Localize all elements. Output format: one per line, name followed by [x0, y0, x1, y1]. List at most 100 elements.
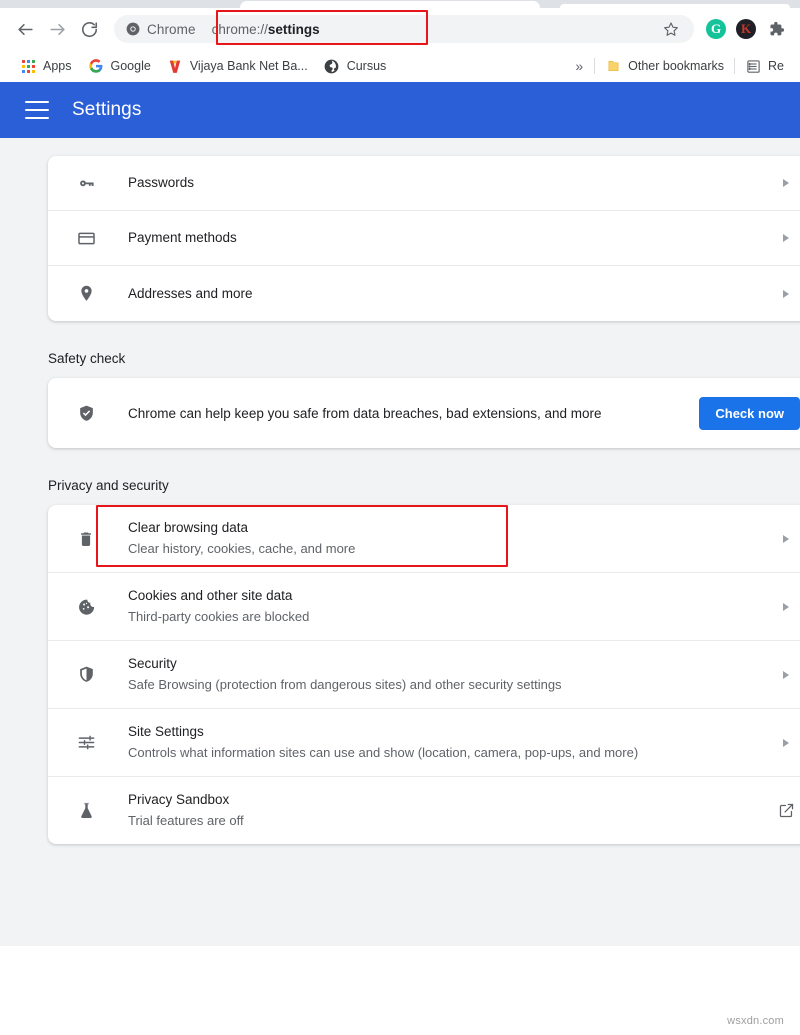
settings-row-passwords[interactable]: Passwords: [48, 156, 800, 211]
bookmark-google-label: Google: [111, 59, 151, 73]
row-body: Clear browsing data Clear history, cooki…: [128, 505, 768, 572]
section-label-privacy-and-security: Privacy and security: [48, 448, 800, 493]
bookmarks-bar: Apps Google Vijaya Bank Net Ba... Cursus…: [0, 50, 800, 82]
row-subtitle: Clear history, cookies, cache, and more: [128, 539, 768, 559]
apps-grid-icon: [20, 58, 36, 74]
omnibox-url-wrap[interactable]: chrome://settings: [212, 15, 652, 43]
chevron-right-icon[interactable]: [776, 535, 796, 543]
flask-icon: [76, 801, 96, 821]
folder-icon: [605, 58, 621, 74]
row-body: Privacy Sandbox Trial features are off: [128, 777, 768, 844]
location-pin-icon: [76, 284, 96, 304]
settings-row-privacy-sandbox[interactable]: Privacy Sandbox Trial features are off: [48, 777, 800, 844]
privacy-and-security-card: Clear browsing data Clear history, cooki…: [48, 505, 800, 844]
row-title: Clear browsing data: [128, 518, 768, 538]
settings-row-addresses[interactable]: Addresses and more: [48, 266, 800, 321]
chevron-right-icon[interactable]: [776, 739, 796, 747]
reading-list-button[interactable]: Re: [737, 54, 792, 78]
page-bottom-strip: wsxdn.com: [0, 946, 800, 1035]
reading-list-label: Re: [768, 59, 784, 73]
omnibox-brand-label: Chrome: [147, 22, 196, 37]
browser-window: Chrome chrome://settings G K: [0, 0, 800, 1035]
sliders-icon: [76, 733, 96, 753]
key-icon: [76, 173, 96, 193]
safety-check-card: Chrome can help keep you safe from data …: [48, 378, 800, 448]
row-title: Cookies and other site data: [128, 586, 768, 606]
address-bar[interactable]: Chrome chrome://settings: [114, 15, 694, 43]
settings-row-clear-browsing-data[interactable]: Clear browsing data Clear history, cooki…: [48, 505, 800, 573]
safety-check-row: Chrome can help keep you safe from data …: [48, 378, 800, 448]
chevron-right-icon[interactable]: [776, 290, 796, 298]
tab-strip: [0, 0, 800, 8]
shield-check-icon: [76, 403, 96, 423]
bookmark-star-icon[interactable]: [658, 16, 684, 42]
row-title: Passwords: [128, 173, 768, 193]
grammarly-extension-icon[interactable]: G: [702, 15, 730, 43]
bookmark-cursus[interactable]: Cursus: [316, 54, 395, 78]
credit-card-icon: [76, 228, 96, 248]
row-title: Payment methods: [128, 228, 768, 248]
bookmark-apps-label: Apps: [43, 59, 72, 73]
chevron-right-icon[interactable]: [776, 179, 796, 187]
bookmark-vijaya-bank-label: Vijaya Bank Net Ba...: [190, 59, 308, 73]
settings-row-payment-methods[interactable]: Payment methods: [48, 211, 800, 266]
bookmarks-overflow-button[interactable]: »: [566, 58, 592, 74]
external-link-icon[interactable]: [776, 802, 796, 819]
watermark: wsxdn.com: [727, 1015, 784, 1027]
row-subtitle: Controls what information sites can use …: [128, 743, 768, 763]
row-body: Cookies and other site data Third-party …: [128, 573, 768, 640]
settings-row-security[interactable]: Security Safe Browsing (protection from …: [48, 641, 800, 709]
chevron-right-icon[interactable]: [776, 234, 796, 242]
row-subtitle: Third-party cookies are blocked: [128, 607, 768, 627]
vijaya-bank-v-icon: [167, 58, 183, 74]
safety-check-text: Chrome can help keep you safe from data …: [128, 406, 699, 421]
globe-icon: [324, 58, 340, 74]
row-title: Privacy Sandbox: [128, 790, 768, 810]
back-arrow-icon[interactable]: [10, 14, 40, 44]
row-title: Site Settings: [128, 722, 768, 742]
reading-list-icon: [745, 58, 761, 74]
other-bookmarks-label: Other bookmarks: [628, 59, 724, 73]
omnibox-url-bold: settings: [268, 22, 320, 37]
bookmark-google[interactable]: Google: [80, 54, 159, 78]
autofill-card: Passwords Payment methods Addresses an: [48, 156, 800, 321]
hamburger-menu-icon[interactable]: [25, 101, 49, 119]
row-body: Security Safe Browsing (protection from …: [128, 641, 768, 708]
omnibox-url-prefix: chrome://: [212, 22, 268, 37]
row-body: Passwords: [128, 160, 768, 206]
settings-content: Passwords Payment methods Addresses an: [0, 138, 800, 946]
active-tab[interactable]: [240, 1, 540, 8]
bookmark-cursus-label: Cursus: [347, 59, 387, 73]
chevron-right-icon[interactable]: [776, 671, 796, 679]
shield-icon: [76, 665, 96, 685]
reload-icon[interactable]: [74, 14, 104, 44]
row-body: Addresses and more: [128, 271, 768, 317]
chrome-logo-icon: [126, 22, 140, 36]
cookie-icon: [76, 597, 96, 617]
check-now-button[interactable]: Check now: [699, 397, 800, 430]
trash-icon: [76, 529, 96, 549]
row-subtitle: Trial features are off: [128, 811, 768, 831]
kaspersky-extension-icon[interactable]: K: [732, 15, 760, 43]
settings-header: Settings: [0, 82, 800, 138]
omnibox-chrome-chip: Chrome: [126, 22, 196, 37]
row-body: Site Settings Controls what information …: [128, 709, 768, 776]
bookmarks-separator-1: [594, 58, 595, 74]
row-title: Security: [128, 654, 768, 674]
settings-row-site-settings[interactable]: Site Settings Controls what information …: [48, 709, 800, 777]
row-title: Addresses and more: [128, 284, 768, 304]
other-bookmarks-folder[interactable]: Other bookmarks: [597, 54, 732, 78]
settings-row-cookies[interactable]: Cookies and other site data Third-party …: [48, 573, 800, 641]
section-label-safety-check: Safety check: [48, 321, 800, 366]
page-title: Settings: [72, 99, 141, 121]
bookmark-apps[interactable]: Apps: [12, 54, 80, 78]
chevron-right-icon[interactable]: [776, 603, 796, 611]
bookmark-vijaya-bank[interactable]: Vijaya Bank Net Ba...: [159, 54, 316, 78]
bookmarks-separator-2: [734, 58, 735, 74]
row-subtitle: Safe Browsing (protection from dangerous…: [128, 675, 768, 695]
extensions-puzzle-icon[interactable]: [762, 15, 790, 43]
forward-arrow-icon[interactable]: [42, 14, 72, 44]
browser-toolbar: Chrome chrome://settings G K: [0, 8, 800, 50]
row-body: Payment methods: [128, 215, 768, 261]
google-g-icon: [88, 58, 104, 74]
